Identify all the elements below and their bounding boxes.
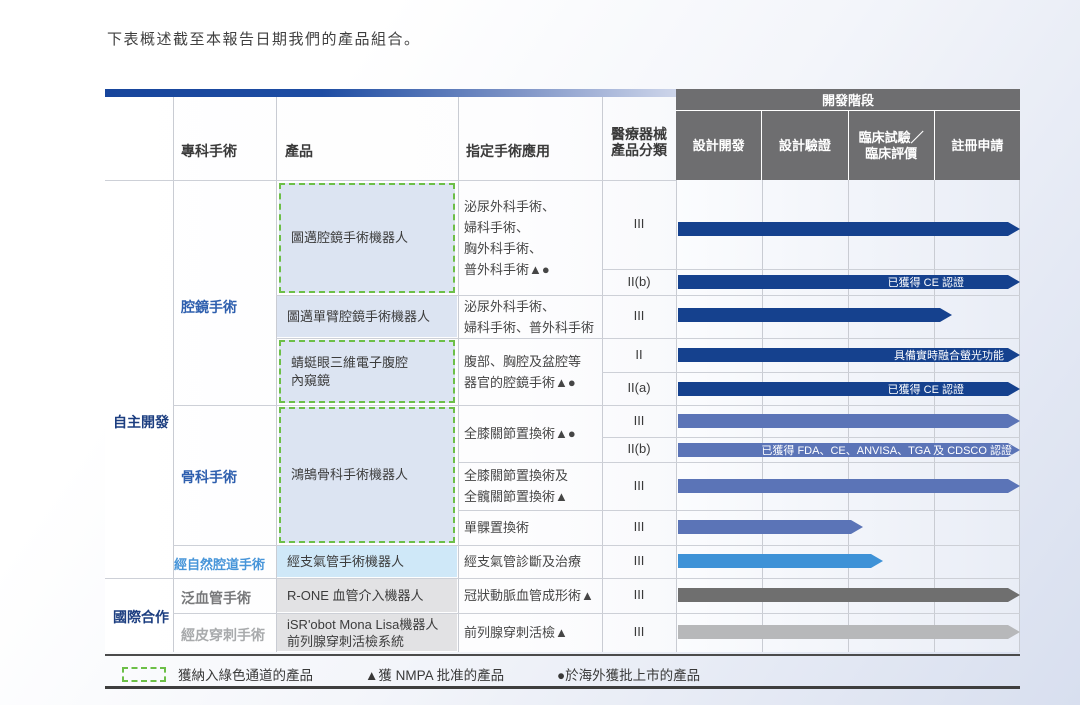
progress-arrow (678, 554, 883, 568)
stage-header-columns: 設計開發 設計驗證 臨床試驗／ 臨床評價 註冊申請 (676, 111, 1020, 180)
progress-arrow: 具備實時融合螢光功能 (678, 348, 1020, 362)
group-label-international: 國際合作 (113, 607, 169, 627)
specialty-percutaneous: 經皮穿刺手術 (181, 625, 265, 645)
gridline (276, 338, 1020, 339)
product-r-one: R-ONE 血管介入機器人 (277, 579, 457, 612)
class-cell: III (602, 308, 676, 324)
progress-arrow: 已獲得 CE 認證 (678, 275, 1020, 289)
circle-icon: ● (557, 668, 565, 683)
class-cell: II (602, 347, 676, 363)
legend-label: 於海外獲批上市的產品 (565, 668, 700, 683)
specialty-laparoscopic: 腔鏡手術 (181, 297, 237, 317)
header-gradient-bar (105, 89, 676, 97)
legend-top-rule (105, 654, 1020, 656)
legend-overseas-approved: ●於海外獲批上市的產品 (557, 664, 700, 684)
legend-green-channel: 獲納入綠色通道的產品 (178, 664, 313, 684)
gridline (676, 180, 677, 652)
class-cell: III (602, 553, 676, 569)
stage-col-clinical: 臨床試驗／ 臨床評價 (849, 111, 934, 180)
product-toumai-single-arm: 圖邁單臂腔鏡手術機器人 (277, 296, 457, 337)
application-cell: 全膝關節置換術及 全髖關節置換術▲ (458, 462, 602, 510)
application-cell: 單髁置換術 (458, 510, 602, 545)
product-bronchoscopic-robot: 經支氣管手術機器人 (277, 546, 457, 577)
progress-arrow (678, 222, 1020, 236)
progress-arrow (678, 625, 1020, 639)
class-cell: III (602, 624, 676, 640)
specialty-orthopedic: 骨科手術 (181, 467, 237, 487)
class-cell: III (602, 413, 676, 429)
progress-arrow (678, 588, 1020, 602)
colhead-specialty: 專科手術 (181, 141, 237, 161)
application-cell: 泌尿外科手術、 婦科手術、 胸外科手術、 普外科手術▲● (458, 180, 602, 295)
application-cell: 泌尿外科手術、 婦科手術、普外科手術 (458, 295, 602, 338)
class-cell: III (602, 587, 676, 603)
specialty-natural-orifice: 經自然腔道手術 (174, 554, 265, 573)
application-cell: 經支氣管診斷及治療 (458, 545, 602, 578)
application-cell: 腹部、胸腔及盆腔等 器官的腔鏡手術▲● (458, 338, 602, 405)
stage-col-design-dev: 設計開發 (676, 111, 761, 180)
class-cell: II(a) (602, 380, 676, 396)
progress-arrow: 已獲得 FDA、CE、ANVISA、TGA 及 CDSCO 認證 (678, 443, 1020, 457)
application-cell: 冠狀動脈血管成形術▲ (458, 578, 602, 613)
intro-text: 下表概述截至本報告日期我們的產品組合。 (107, 28, 421, 49)
progress-arrow: 已獲得 CE 認證 (678, 382, 1020, 396)
stage-col-registration: 註冊申請 (935, 111, 1020, 180)
application-cell: 全膝關節置換術▲● (458, 405, 602, 462)
gridline (602, 437, 1020, 438)
class-cell: III (602, 478, 676, 494)
gridline (602, 269, 1020, 270)
application-cell: 前列腺穿刺活檢▲ (458, 613, 602, 652)
legend-bottom-rule (105, 686, 1020, 689)
group-label-self-developed: 自主開發 (113, 412, 169, 432)
colhead-application: 指定手術應用 (466, 141, 550, 161)
specialty-panvascular: 泛血管手術 (181, 588, 251, 608)
gridline (1019, 180, 1020, 652)
progress-arrow (678, 308, 952, 322)
class-cell: II(b) (602, 274, 676, 290)
progress-arrow (678, 414, 1020, 428)
colhead-device-class: 醫療器械 產品分類 (602, 126, 676, 158)
product-dragonfly-eye: 蜻蜓眼三維電子腹腔 內窺鏡 (279, 340, 455, 403)
class-cell: III (602, 519, 676, 535)
stage-col-design-verify: 設計驗證 (762, 111, 847, 180)
legend-nmpa-approved: ▲獲 NMPA 批准的產品 (365, 664, 504, 684)
green-channel-swatch-icon (122, 667, 166, 682)
triangle-icon: ▲ (365, 668, 378, 683)
product-mona-lisa: iSR'obot Mona Lisa機器人 前列腺穿刺活檢系統 (277, 614, 457, 651)
legend-label: 獲 NMPA 批准的產品 (378, 668, 504, 683)
stage-header: 開發階段 設計開發 設計驗證 臨床試驗／ 臨床評價 註冊申請 (676, 89, 1020, 180)
colhead-product: 產品 (285, 141, 313, 161)
class-cell: III (602, 216, 676, 232)
class-cell: II(b) (602, 441, 676, 457)
progress-arrow (678, 520, 863, 534)
product-toumai: 圖邁腔鏡手術機器人 (279, 183, 455, 293)
progress-arrow (678, 479, 1020, 493)
legend-label: 獲納入綠色通道的產品 (178, 668, 313, 683)
stage-header-title: 開發階段 (676, 89, 1020, 110)
gridline (602, 372, 1020, 373)
product-honghu: 鴻鵠骨科手術機器人 (279, 407, 455, 543)
